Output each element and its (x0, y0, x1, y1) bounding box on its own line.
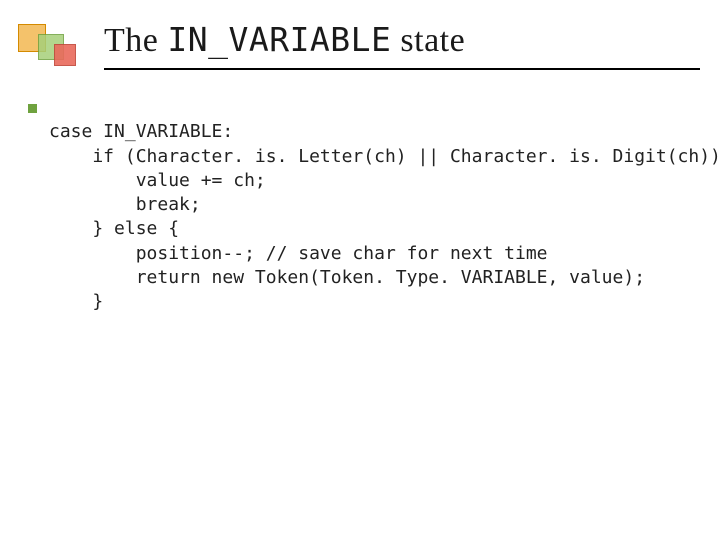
code-line: } (49, 291, 103, 312)
slide: The IN_VARIABLE state case IN_VARIABLE: … (0, 0, 720, 540)
bullet-icon (28, 104, 37, 113)
title-text-mono: IN_VARIABLE (167, 20, 391, 59)
title-underline (104, 68, 700, 70)
code-line: return new Token(Token. Type. VARIABLE, … (49, 267, 645, 288)
code-line: if (Character. is. Letter(ch) || Charact… (49, 146, 720, 167)
slide-body: case IN_VARIABLE: if (Character. is. Let… (28, 96, 700, 339)
code-block: case IN_VARIABLE: if (Character. is. Let… (49, 96, 720, 339)
code-line: value += ch; (49, 170, 266, 191)
title-area: The IN_VARIABLE state (0, 18, 720, 78)
code-line: case IN_VARIABLE: (49, 121, 233, 142)
title-text-pre: The (104, 22, 167, 59)
square-icon (54, 44, 76, 66)
slide-title: The IN_VARIABLE state (104, 20, 465, 60)
decorative-squares (18, 24, 76, 64)
title-text-post: state (391, 22, 465, 59)
code-line: position--; // save char for next time (49, 243, 548, 264)
code-line: break; (49, 194, 201, 215)
bullet-row: case IN_VARIABLE: if (Character. is. Let… (28, 96, 700, 339)
code-line: } else { (49, 218, 179, 239)
